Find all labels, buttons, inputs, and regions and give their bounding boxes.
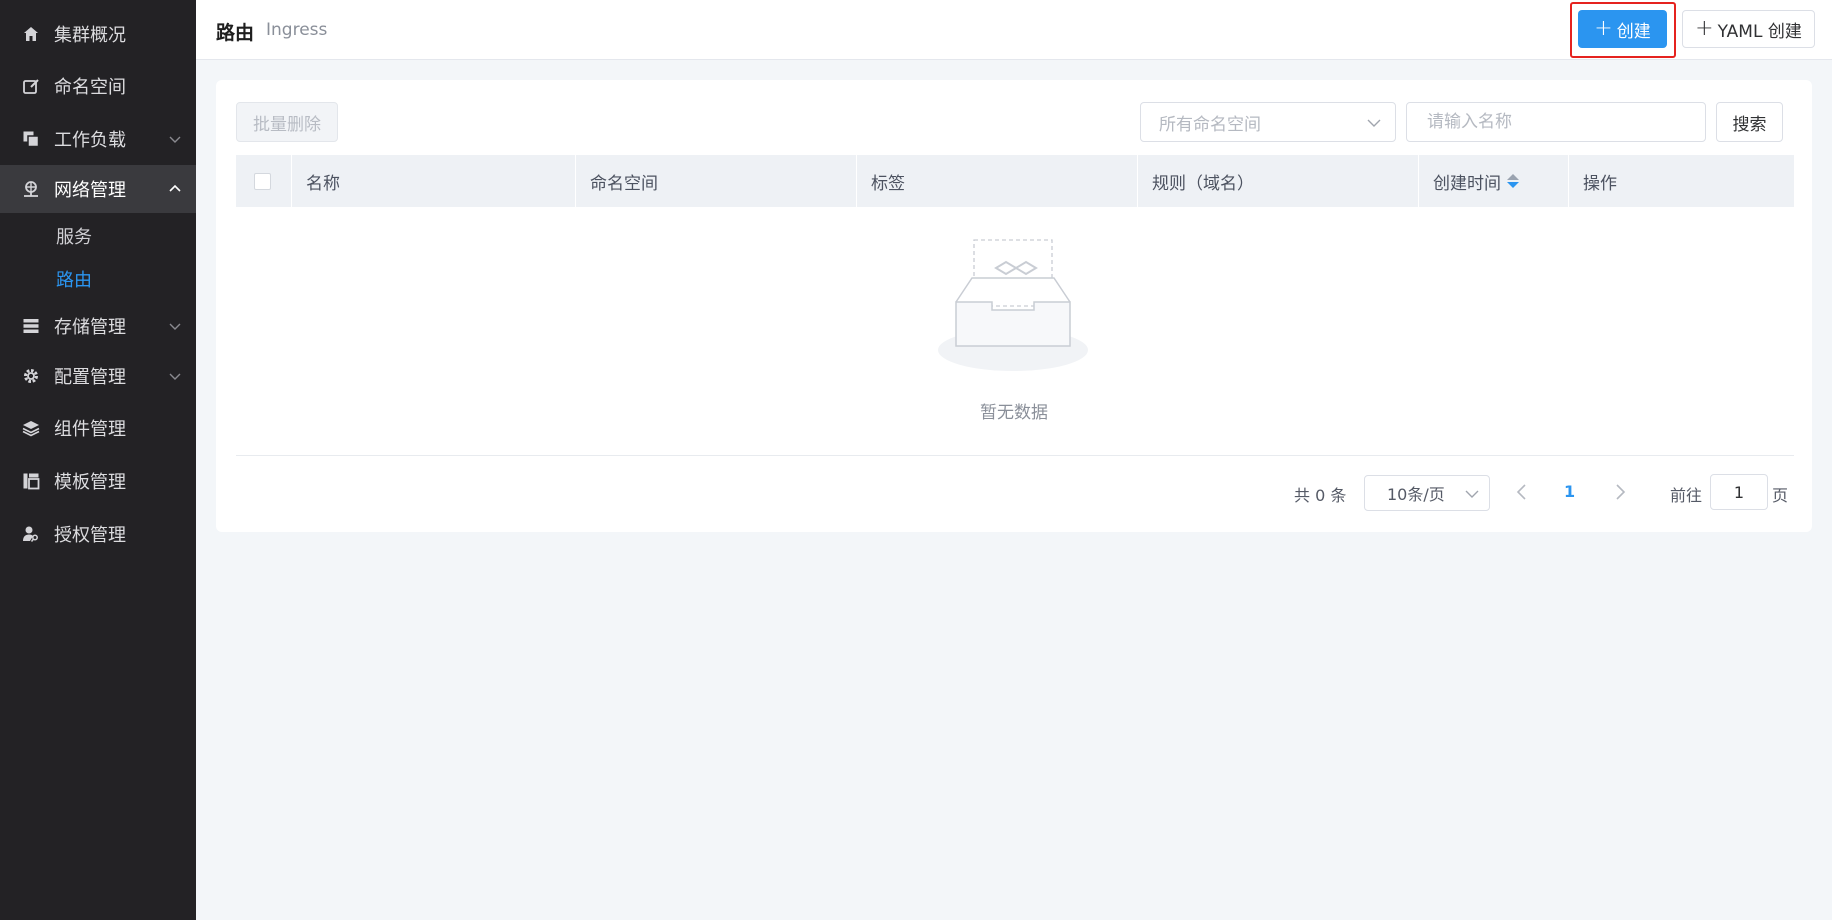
column-header-created-time[interactable]: 创建时间 [1419,155,1569,207]
sidebar-item-label: 存储管理 [54,317,126,338]
pagination-page-suffix: 页 [1772,486,1789,505]
page-size-value: 10条/页 [1387,485,1445,504]
storage-icon [21,316,41,336]
sidebar-subitem-label: 路由 [56,270,92,291]
search-button[interactable]: 搜索 [1716,102,1783,142]
batch-delete-button[interactable]: 批量删除 [236,102,338,142]
page-size-select[interactable]: 10条/页 [1364,475,1490,511]
plus-icon: + [1594,16,1613,41]
copy-icon [21,129,41,149]
select-all-checkbox[interactable] [254,173,271,190]
pagination-total: 共 0 条 [1294,486,1347,505]
table-header: 名称 命名空间 标签 规则（域名） 创建时间 操作 [236,155,1794,207]
column-header-rules: 规则（域名） [1138,155,1419,207]
gear-icon [21,366,41,386]
layers-icon [21,418,41,438]
network-icon [21,179,41,199]
chevron-down-icon [169,323,181,330]
page-title: 路由 [216,22,255,44]
chevron-down-icon [1367,119,1381,127]
sidebar-item-namespace[interactable]: 命名空间 [0,62,196,110]
sidebar-item-network[interactable]: 网络管理 [0,165,196,213]
sidebar-item-storage[interactable]: 存储管理 [0,302,196,350]
sidebar: 集群概况 命名空间 工作负载 网络管理 服务 路由 存储管理 配置管理 组件管理… [0,0,196,920]
sidebar-item-label: 授权管理 [54,525,126,546]
user-key-icon [21,524,41,544]
column-header-labels: 标签 [857,155,1138,207]
template-icon [21,471,41,491]
sidebar-item-components[interactable]: 组件管理 [0,404,196,452]
sidebar-item-templates[interactable]: 模板管理 [0,457,196,505]
sort-icon[interactable] [1507,174,1519,188]
chevron-up-icon [169,184,181,192]
column-header-namespace: 命名空间 [576,155,857,207]
empty-inbox-icon [938,239,1088,371]
pagination-goto-input[interactable] [1710,474,1768,510]
sidebar-item-config[interactable]: 配置管理 [0,352,196,400]
pagination-page-number[interactable]: 1 [1564,482,1575,501]
chevron-down-icon [169,373,181,380]
empty-state-text: 暂无数据 [980,403,1048,423]
plus-icon: + [1695,16,1714,41]
sidebar-item-cluster-overview[interactable]: 集群概况 [0,10,196,58]
sidebar-item-label: 配置管理 [54,367,126,388]
chevron-right-icon[interactable] [1612,482,1628,502]
edit-icon [21,76,41,96]
sidebar-item-authorization[interactable]: 授权管理 [0,510,196,558]
sidebar-subitem-ingress[interactable]: 路由 [0,258,196,300]
sidebar-item-label: 模板管理 [54,472,126,493]
column-header-name: 名称 [292,155,576,207]
sidebar-item-label: 集群概况 [54,25,126,46]
create-button-label: 创建 [1616,21,1651,42]
select-all-column [236,155,292,207]
divider [236,455,1794,456]
sidebar-item-label: 网络管理 [54,180,126,201]
namespace-select-placeholder: 所有命名空间 [1159,114,1261,135]
sidebar-item-label: 工作负载 [54,130,126,151]
sidebar-subitem-service[interactable]: 服务 [0,215,196,257]
sidebar-subitem-label: 服务 [56,227,92,248]
column-header-actions: 操作 [1583,173,1617,194]
name-search-input[interactable] [1406,102,1706,142]
sidebar-item-label: 组件管理 [54,419,126,440]
yaml-create-button[interactable]: + YAML 创建 [1682,10,1815,48]
create-button[interactable]: + 创建 [1578,10,1667,48]
home-icon [21,24,41,44]
column-header-created-time-label: 创建时间 [1433,173,1501,194]
pagination-goto-label: 前往 [1670,486,1703,505]
chevron-left-icon[interactable] [1514,482,1530,502]
sidebar-item-workload[interactable]: 工作负载 [0,115,196,163]
yaml-create-button-label: YAML 创建 [1717,21,1802,42]
ingress-list-card: 批量删除 所有命名空间 搜索 名称 命名空间 标签 规则（域名） 创建时间 操作… [216,80,1812,532]
namespace-select[interactable]: 所有命名空间 [1140,102,1396,142]
chevron-down-icon [1465,490,1479,498]
page-subtitle: Ingress [266,20,328,40]
sidebar-item-label: 命名空间 [54,77,126,98]
chevron-down-icon [169,136,181,143]
